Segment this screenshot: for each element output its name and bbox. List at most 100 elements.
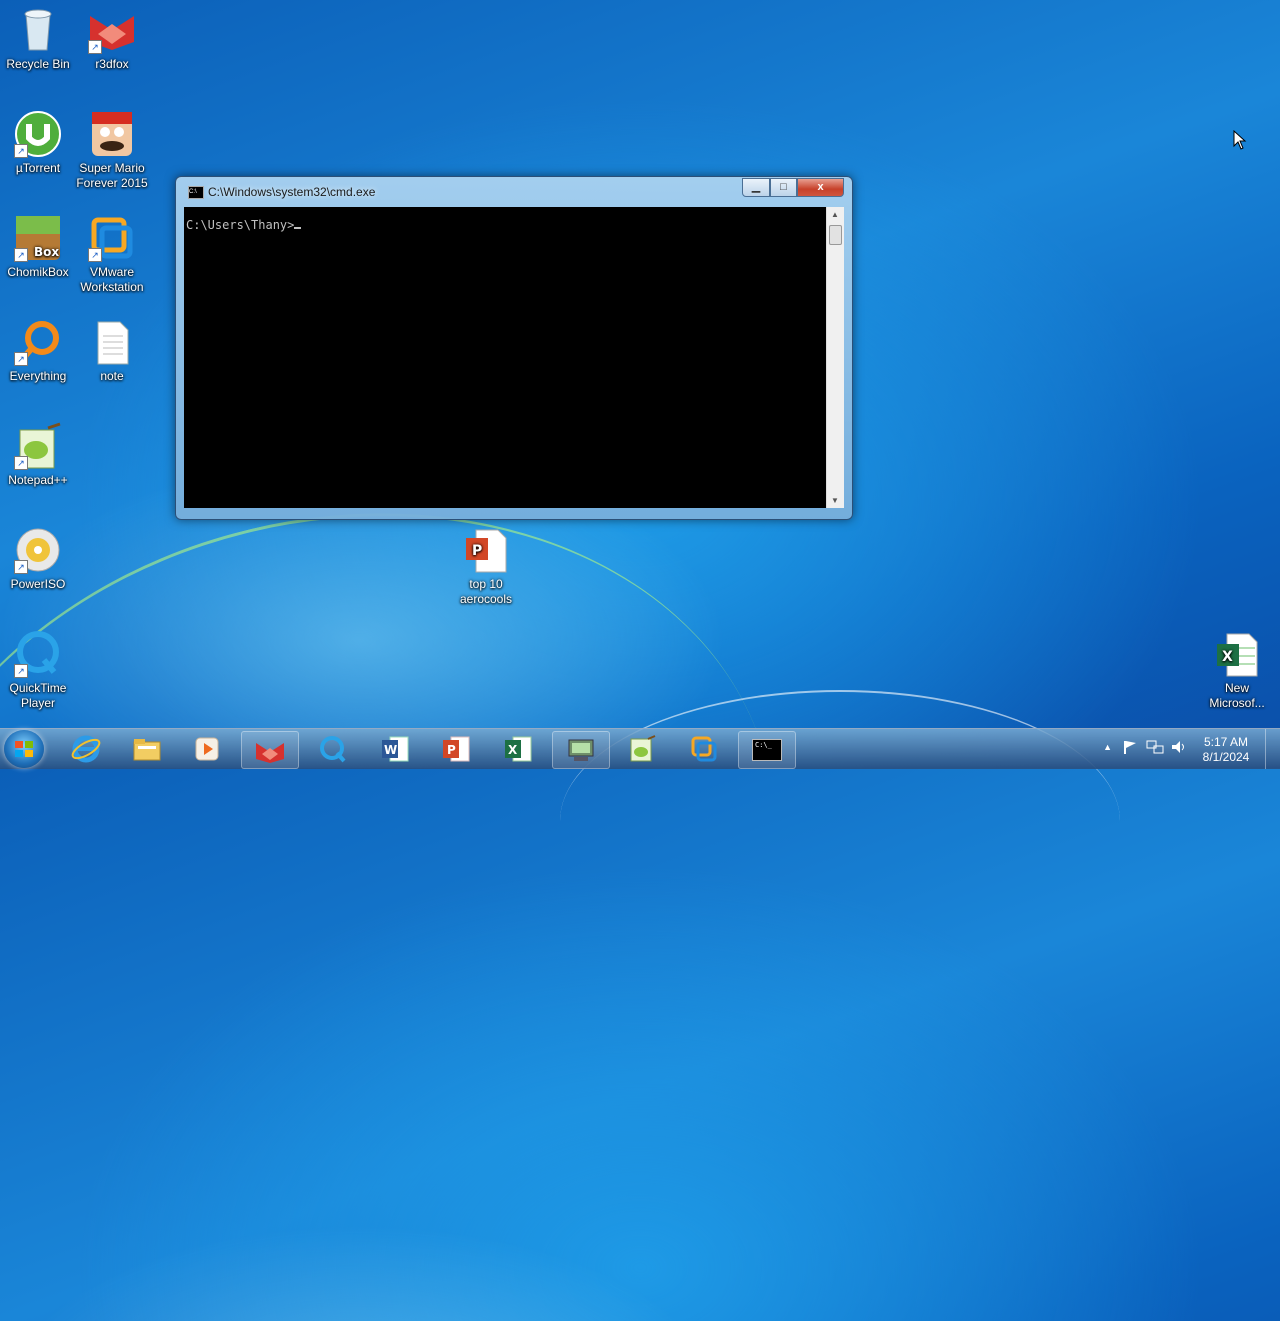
taskbar-notepadpp[interactable]	[614, 731, 670, 767]
desktop-icon-recycle-bin[interactable]: Recycle Bin	[0, 6, 76, 72]
desktop-icon-poweriso[interactable]: ↗ PowerISO	[0, 526, 76, 592]
taskbar-network-app[interactable]	[552, 731, 610, 769]
taskbar-powerpoint[interactable]: P	[428, 731, 484, 767]
console-output[interactable]: C:\Users\Thany>	[184, 207, 826, 508]
window-title: C:\Windows\system32\cmd.exe	[208, 185, 376, 199]
network-icon[interactable]	[1146, 739, 1164, 755]
shortcut-arrow-icon: ↗	[14, 664, 28, 678]
r3dfox-icon: ↗	[88, 6, 136, 54]
icon-label: New Microsof...	[1209, 681, 1265, 710]
desktop-icon-vmware[interactable]: ↗ VMware Workstation	[74, 214, 150, 295]
shortcut-arrow-icon: ↗	[14, 144, 28, 158]
show-hidden-icons-icon[interactable]: ▲	[1103, 742, 1112, 752]
icon-label: QuickTime Player	[9, 681, 67, 710]
mario-icon	[88, 110, 136, 158]
cmd-window[interactable]: C:\ C:\Windows\system32\cmd.exe ▁ □ x C:…	[175, 176, 853, 520]
icon-label: note	[100, 369, 124, 383]
desktop-icon-chomikbox[interactable]: Box ↗ ChomikBox	[0, 214, 76, 280]
icon-label: Super Mario Forever 2015	[76, 161, 148, 190]
everything-search-icon: ↗	[14, 318, 62, 366]
taskbar-ie[interactable]	[58, 731, 114, 767]
notepad-plus-plus-icon	[630, 735, 656, 762]
recycle-bin-icon	[14, 6, 62, 54]
show-desktop-button[interactable]	[1265, 729, 1280, 769]
taskbar-cmd[interactable]: C:\_	[738, 731, 796, 769]
close-button[interactable]: x	[797, 178, 844, 197]
excel-file-icon: X	[1213, 630, 1261, 678]
powerpoint-icon: P	[443, 736, 470, 762]
shortcut-arrow-icon: ↗	[88, 248, 102, 262]
icon-label: ChomikBox	[7, 265, 69, 279]
minimize-button[interactable]: ▁	[742, 178, 770, 197]
icon-label: VMware Workstation	[80, 265, 144, 294]
utorrent-icon: ↗	[14, 110, 62, 158]
desktop-icon-note[interactable]: note	[74, 318, 150, 384]
scroll-thumb[interactable]	[829, 225, 842, 245]
taskbar-explorer[interactable]	[119, 731, 175, 767]
text-cursor	[294, 217, 302, 229]
taskbar-vmware[interactable]	[676, 731, 732, 767]
clock-date: 8/1/2024	[1202, 750, 1250, 764]
shortcut-arrow-icon: ↗	[88, 40, 102, 54]
quicktime-icon	[320, 736, 346, 763]
network-app-icon	[568, 739, 594, 761]
taskbar-word[interactable]: W	[367, 731, 423, 767]
desktop-icon-super-mario[interactable]: Super Mario Forever 2015	[74, 110, 150, 191]
shortcut-arrow-icon: ↗	[14, 248, 28, 262]
desktop-icon-r3dfox[interactable]: ↗ r3dfox	[74, 6, 150, 72]
chomikbox-icon: Box ↗	[14, 214, 62, 262]
caption-buttons: ▁ □ x	[742, 178, 844, 197]
taskbar-clock[interactable]: 5:17 AM 8/1/2024	[1196, 735, 1256, 765]
vertical-scrollbar[interactable]: ▲ ▼	[826, 207, 844, 508]
taskbar: W P X C:\_ ▲ 5:17 AM 8/1/2024	[0, 728, 1280, 769]
action-center-flag-icon[interactable]	[1122, 739, 1138, 755]
shortcut-arrow-icon: ↗	[14, 352, 28, 366]
quicktime-icon: ↗	[14, 630, 62, 678]
start-button[interactable]	[4, 730, 44, 768]
volume-icon[interactable]	[1170, 739, 1186, 755]
cmd-icon: C:\_	[752, 739, 782, 761]
command-prompt: C:\Users\Thany>	[186, 218, 295, 232]
vmware-icon	[691, 736, 717, 762]
cmd-app-icon[interactable]: C:\	[188, 186, 204, 199]
desktop-icon-everything[interactable]: ↗ Everything	[0, 318, 76, 384]
icon-label: top 10 aerocools	[459, 577, 513, 606]
shortcut-arrow-icon: ↗	[14, 456, 28, 470]
svg-text:X: X	[508, 743, 518, 757]
mouse-pointer-icon	[1233, 130, 1247, 150]
desktop-icon-notepadpp[interactable]: ↗ Notepad++	[0, 422, 76, 488]
word-icon: W	[382, 736, 409, 762]
scroll-down-icon[interactable]: ▼	[831, 496, 839, 505]
svg-text:Box: Box	[34, 245, 59, 259]
maximize-button[interactable]: □	[770, 178, 797, 197]
svg-text:X: X	[1222, 649, 1233, 665]
icon-label: PowerISO	[10, 577, 66, 591]
media-player-icon	[195, 737, 219, 761]
internet-explorer-icon	[71, 735, 101, 763]
windows-logo-icon	[15, 741, 33, 757]
taskbar-media-player[interactable]	[179, 731, 235, 767]
powerpoint-file-icon: P	[462, 526, 510, 574]
desktop-icon-utorrent[interactable]: ↗ µTorrent	[0, 110, 76, 176]
svg-text:P: P	[447, 743, 456, 757]
notepad-plus-plus-icon: ↗	[14, 422, 62, 470]
icon-label: Notepad++	[8, 473, 68, 487]
r3dfox-icon	[256, 743, 284, 763]
scroll-up-icon[interactable]: ▲	[831, 210, 839, 219]
disc-icon: ↗	[14, 526, 62, 574]
vmware-icon: ↗	[88, 214, 136, 262]
icon-label: Recycle Bin	[6, 57, 70, 71]
svg-text:W: W	[384, 743, 397, 757]
file-explorer-icon	[133, 739, 161, 761]
taskbar-r3dfox[interactable]	[241, 731, 299, 769]
svg-text:P: P	[472, 543, 482, 559]
desktop-icon-quicktime[interactable]: ↗ QuickTime Player	[0, 630, 76, 711]
clock-time: 5:17 AM	[1203, 735, 1249, 749]
taskbar-excel[interactable]: X	[490, 731, 546, 767]
icon-label: Everything	[9, 369, 67, 383]
excel-icon: X	[505, 736, 532, 762]
desktop-icon-pptx[interactable]: P top 10 aerocools	[448, 526, 524, 607]
taskbar-quicktime[interactable]	[305, 731, 361, 767]
desktop-icon-xlsx[interactable]: X New Microsof...	[1199, 630, 1275, 711]
shortcut-arrow-icon: ↗	[14, 560, 28, 574]
